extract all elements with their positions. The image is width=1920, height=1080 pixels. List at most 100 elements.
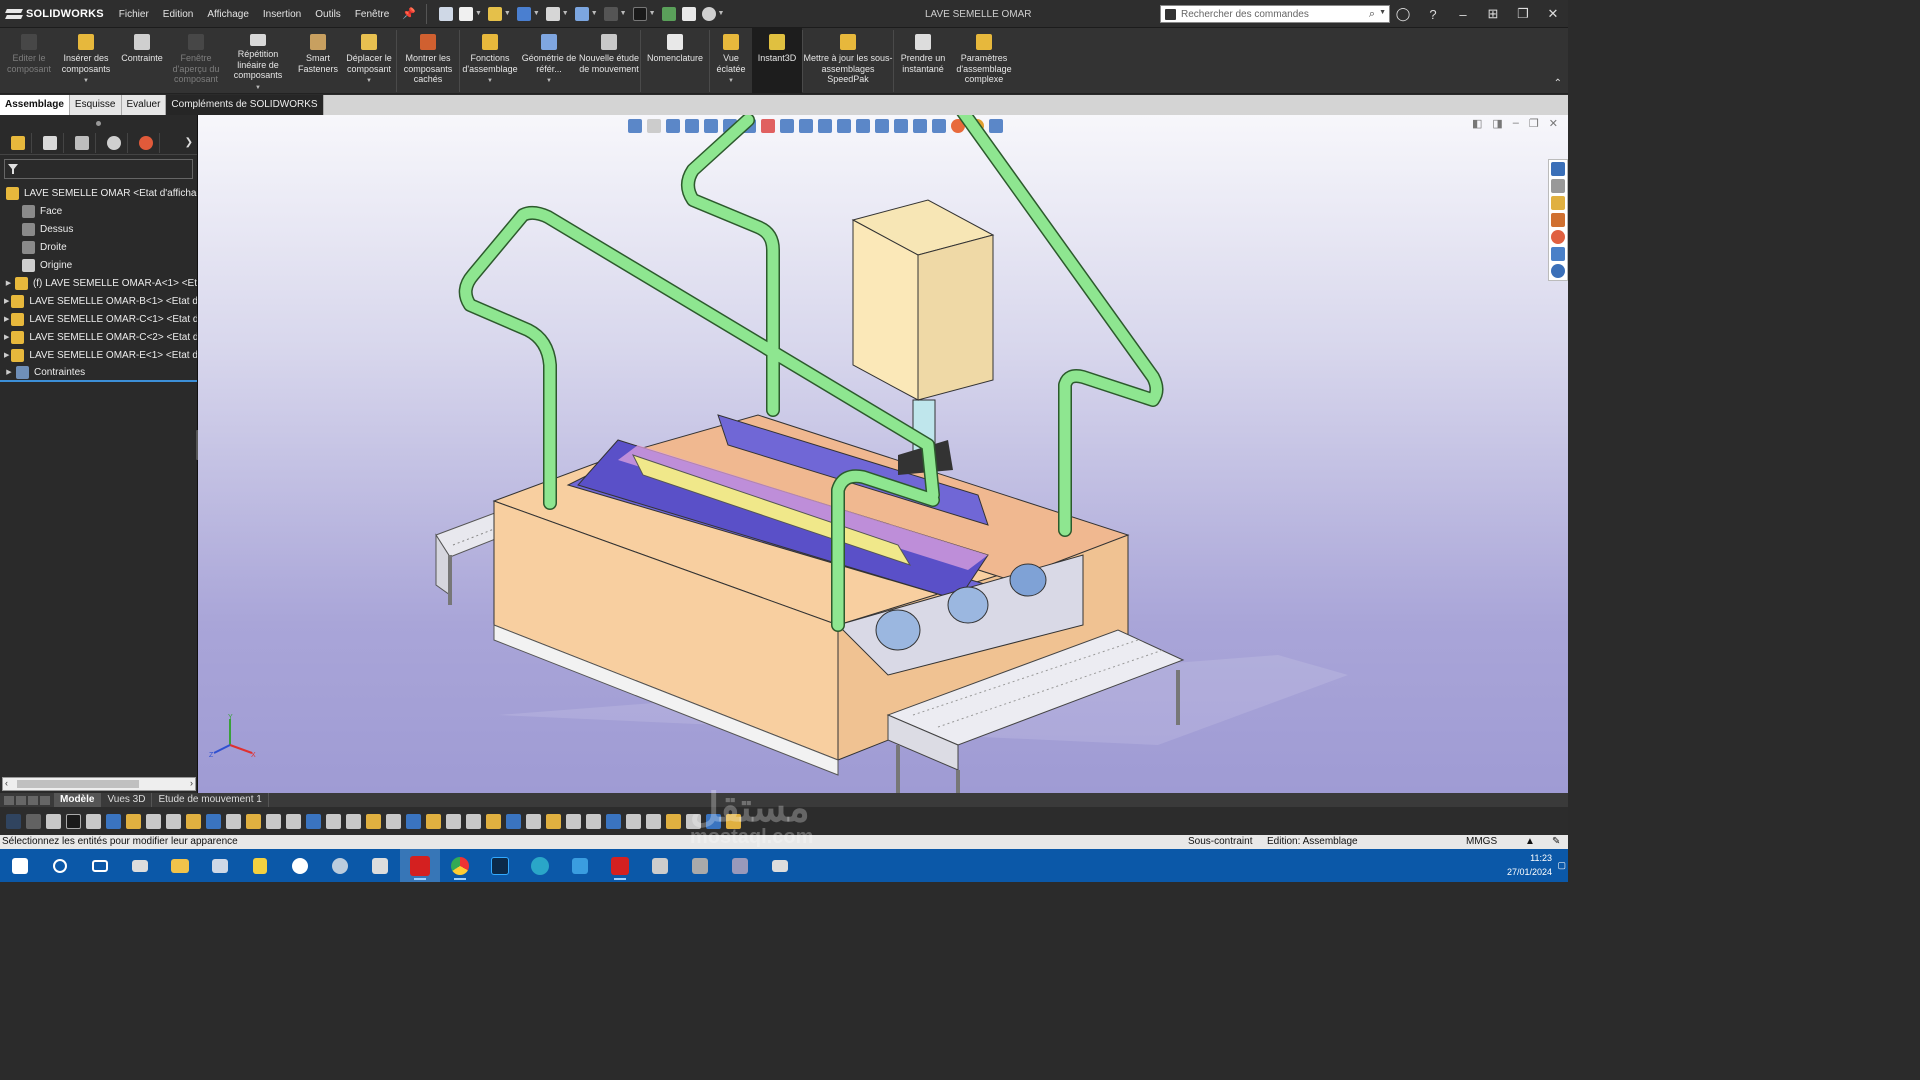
select-other-icon[interactable] [86, 813, 101, 829]
expand-icon[interactable]: ▶ [4, 315, 9, 323]
first-tab-icon[interactable] [4, 795, 14, 805]
scroll-right-icon[interactable]: › [190, 778, 193, 788]
home-icon[interactable] [438, 6, 453, 21]
chevron-down-icon[interactable]: ▼ [487, 76, 493, 87]
scroll-left-icon[interactable]: ‹ [5, 778, 8, 788]
traffic-light-icon[interactable] [661, 6, 676, 21]
sketch-segment-icon[interactable] [266, 813, 281, 829]
menu-fichier[interactable]: Fichier [112, 0, 156, 28]
app-icon[interactable] [680, 849, 720, 882]
expand-icon[interactable]: ▶ [4, 333, 9, 341]
sketch-point-icon[interactable] [246, 813, 261, 829]
tree-horizontal-scrollbar[interactable]: ‹ › [2, 777, 196, 791]
stacked-balloon-icon[interactable] [466, 813, 481, 829]
filter-all-icon[interactable] [666, 813, 681, 829]
chevron-down-icon[interactable]: ▼ [255, 83, 261, 94]
ribbon-assembly-features-button[interactable]: Fonctions d'assemblage ▼ [460, 28, 520, 93]
app-icon[interactable] [320, 849, 360, 882]
chevron-down-icon[interactable]: ▼ [83, 76, 89, 87]
app-icon[interactable] [120, 849, 160, 882]
chevron-down-icon[interactable]: ▼ [546, 76, 552, 87]
tab-assemblage[interactable]: Assemblage [0, 95, 70, 115]
app-icon[interactable] [200, 849, 240, 882]
edge-filter-icon[interactable] [126, 813, 141, 829]
tree-item[interactable]: ▶ (f) LAVE SEMELLE OMAR-A<1> <Et [0, 274, 197, 292]
notification-center-icon[interactable]: ▢ [1557, 860, 1566, 871]
settings-taskbar-icon[interactable] [280, 849, 320, 882]
surface-body-icon[interactable] [166, 813, 181, 829]
ribbon-smart-fasteners-button[interactable]: Smart Fasteners [294, 28, 342, 93]
solidworks-forum-icon[interactable] [1551, 264, 1565, 278]
app-icon[interactable] [640, 849, 680, 882]
autocad-taskbar-icon[interactable] [600, 849, 640, 882]
gtol-icon[interactable] [386, 813, 401, 829]
search-icon[interactable]: ⌕ [1369, 8, 1375, 21]
select-filter-icon[interactable] [6, 813, 21, 829]
new-document-icon[interactable] [458, 6, 473, 21]
edge-taskbar-icon[interactable] [520, 849, 560, 882]
chevron-down-icon[interactable]: ▼ [728, 76, 734, 87]
open-folder-icon[interactable] [487, 6, 502, 21]
notes-app-icon[interactable] [240, 849, 280, 882]
select-icon[interactable] [66, 813, 81, 829]
last-tab-icon[interactable] [40, 795, 50, 805]
tree-item[interactable]: ▶ Contraintes [0, 364, 197, 382]
select-pointer-icon[interactable] [632, 6, 647, 21]
tree-item[interactable]: ▶ LAVE SEMELLE OMAR-C<2> <Etat d [0, 328, 197, 346]
cosmetic-thread-icon[interactable] [506, 813, 521, 829]
chevron-down-icon[interactable]: ▼ [366, 76, 372, 87]
connection-point-icon[interactable] [566, 813, 581, 829]
gear-icon[interactable] [701, 6, 716, 21]
view-palette-icon[interactable] [1551, 213, 1565, 227]
chevron-down-icon[interactable]: ▼ [649, 10, 656, 17]
appearance-filter-icon[interactable] [726, 813, 741, 829]
prev-tab-icon[interactable] [16, 795, 26, 805]
file-explorer-taskbar-icon[interactable] [160, 849, 200, 882]
tree-item[interactable]: Origine [0, 256, 197, 274]
vscode-taskbar-icon[interactable] [560, 849, 600, 882]
app-icon[interactable] [760, 849, 800, 882]
vertex-filter-icon[interactable] [106, 813, 121, 829]
datum-icon[interactable] [406, 813, 421, 829]
task-view-icon[interactable] [80, 849, 120, 882]
photoshop-taskbar-icon[interactable] [480, 849, 520, 882]
ribbon-edit-component-button[interactable]: Editer le composant [0, 28, 58, 93]
expand-icon[interactable]: ▶ [4, 368, 14, 376]
chevron-down-icon[interactable]: ▼ [504, 10, 511, 17]
appearances-icon[interactable] [1551, 230, 1565, 244]
mate-filter-icon[interactable] [606, 813, 621, 829]
command-search[interactable]: Rechercher des commandes ⌕ ▼ [1160, 5, 1390, 23]
chevron-down-icon[interactable]: ▼ [475, 10, 482, 17]
file-explorer-icon[interactable] [1551, 196, 1565, 210]
ribbon-exploded-view-button[interactable]: Vue éclatée ▼ [710, 28, 752, 93]
tree-item[interactable]: ▶ LAVE SEMELLE OMAR-E<1> <Etat d [0, 346, 197, 364]
tree-item[interactable]: ▶ LAVE SEMELLE OMAR-C<1> <Etat d [0, 310, 197, 328]
plane-filter-icon[interactable] [226, 813, 241, 829]
ribbon-bom-button[interactable]: Nomenclature [641, 28, 709, 93]
account-icon[interactable]: ◯ [1388, 6, 1418, 22]
close-button[interactable]: ✕ [1538, 6, 1568, 22]
ribbon-large-assembly-button[interactable]: Paramètres d'assemblage complexe [952, 28, 1016, 93]
feature-tree-tab[interactable] [4, 132, 32, 153]
chevron-down-icon[interactable]: ▼ [718, 10, 725, 17]
dowel-pin-icon[interactable] [546, 813, 561, 829]
chevron-up-icon[interactable]: ▲ [1525, 835, 1535, 849]
toggle-filter-icon[interactable] [26, 813, 41, 829]
display-manager-tab[interactable] [132, 132, 160, 153]
scroll-thumb[interactable] [17, 780, 139, 788]
chevron-down-icon[interactable]: ▼ [620, 10, 627, 17]
ribbon-mate-button[interactable]: Contrainte [114, 28, 170, 93]
panel-grip[interactable] [0, 115, 197, 131]
ribbon-snapshot-button[interactable]: Prendre un instantané [894, 28, 952, 93]
tab-motion-study[interactable]: Etude de mouvement 1 [152, 793, 269, 807]
component-filter-icon[interactable] [626, 813, 641, 829]
taskbar-search-icon[interactable] [40, 849, 80, 882]
start-button[interactable] [0, 849, 40, 882]
face-filter-icon[interactable] [146, 813, 161, 829]
ribbon-motion-study-button[interactable]: Nouvelle étude de mouvement [578, 28, 640, 93]
tree-item[interactable]: ▶ LAVE SEMELLE OMAR-B<1> <Etat d [0, 292, 197, 310]
ribbon-insert-components-button[interactable]: Insérer des composants ▼ [58, 28, 114, 93]
tree-item[interactable]: Face [0, 202, 197, 220]
expand-icon[interactable]: ▶ [4, 297, 9, 305]
ribbon-linear-pattern-button[interactable]: Répétition linéaire de composants ▼ [222, 28, 294, 93]
